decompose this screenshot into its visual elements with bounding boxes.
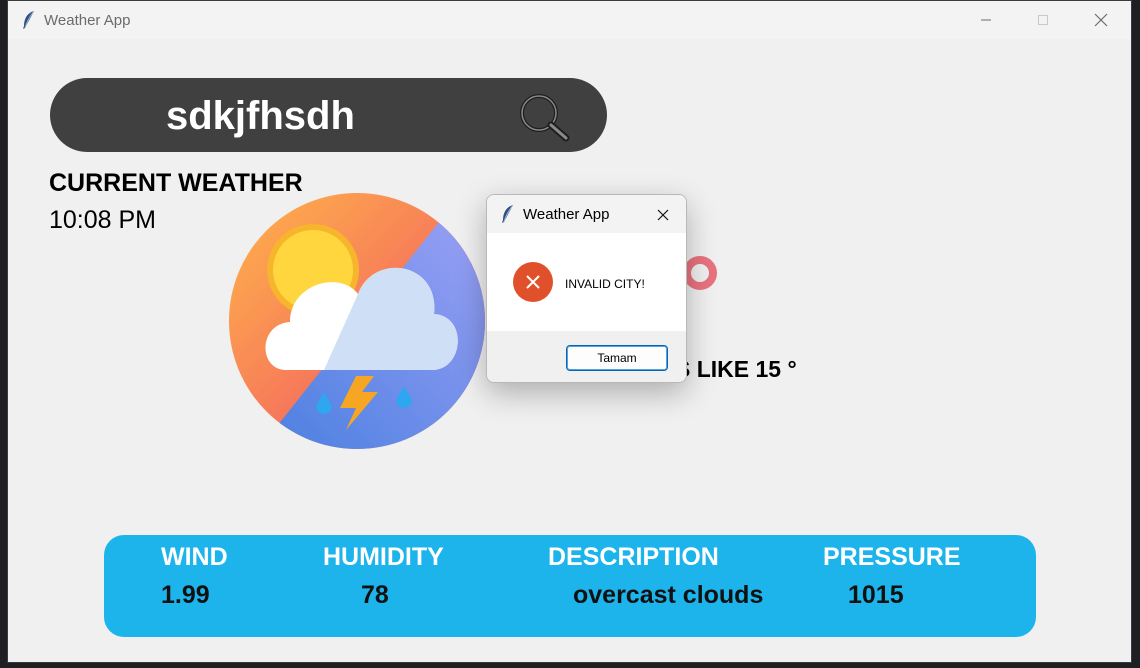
info-bar: WIND HUMIDITY DESCRIPTION PRESSURE 1.99 …: [104, 535, 1036, 637]
dialog-message: INVALID CITY!: [565, 277, 645, 291]
close-button[interactable]: [1078, 1, 1124, 39]
wind-label: WIND: [161, 543, 228, 571]
ok-button[interactable]: Tamam: [566, 345, 668, 371]
error-icon: [513, 262, 553, 302]
dialog-title-bar[interactable]: Weather App: [487, 195, 686, 233]
minimize-icon: [981, 19, 991, 21]
thunderstorm-cloud-sun-icon: [229, 193, 485, 449]
feels-like-text: S LIKE 15 °: [675, 356, 797, 382]
search-input[interactable]: sdkjfhsdh: [166, 94, 355, 139]
wind-value: 1.99: [161, 581, 210, 609]
x-mark-icon: [526, 275, 540, 289]
close-icon: [1094, 13, 1108, 27]
feather-icon: [23, 10, 35, 29]
dialog-footer: Tamam: [487, 331, 686, 382]
window-title: Weather App: [44, 12, 131, 29]
maximize-button[interactable]: [1020, 1, 1066, 39]
minimize-button[interactable]: [963, 1, 1009, 39]
dialog-title: Weather App: [523, 206, 610, 223]
description-label: DESCRIPTION: [548, 543, 719, 571]
humidity-label: HUMIDITY: [323, 543, 444, 571]
current-time: 10:08 PM: [49, 206, 157, 234]
search-icon[interactable]: [518, 92, 570, 142]
pressure-value: 1015: [848, 581, 904, 609]
humidity-value: 78: [361, 581, 389, 609]
pressure-label: PRESSURE: [823, 543, 961, 571]
error-dialog: Weather App INVALID CITY! Tamam: [486, 194, 687, 383]
dialog-close-button[interactable]: [652, 204, 674, 226]
dialog-body: INVALID CITY!: [487, 233, 686, 331]
description-value: overcast clouds: [573, 581, 764, 609]
title-bar[interactable]: Weather App: [8, 1, 1131, 39]
maximize-icon: [1038, 15, 1048, 25]
temperature-degree-ring: [683, 256, 717, 290]
search-bar[interactable]: sdkjfhsdh: [50, 78, 607, 152]
feather-icon: [502, 204, 514, 223]
close-icon: [657, 209, 669, 221]
